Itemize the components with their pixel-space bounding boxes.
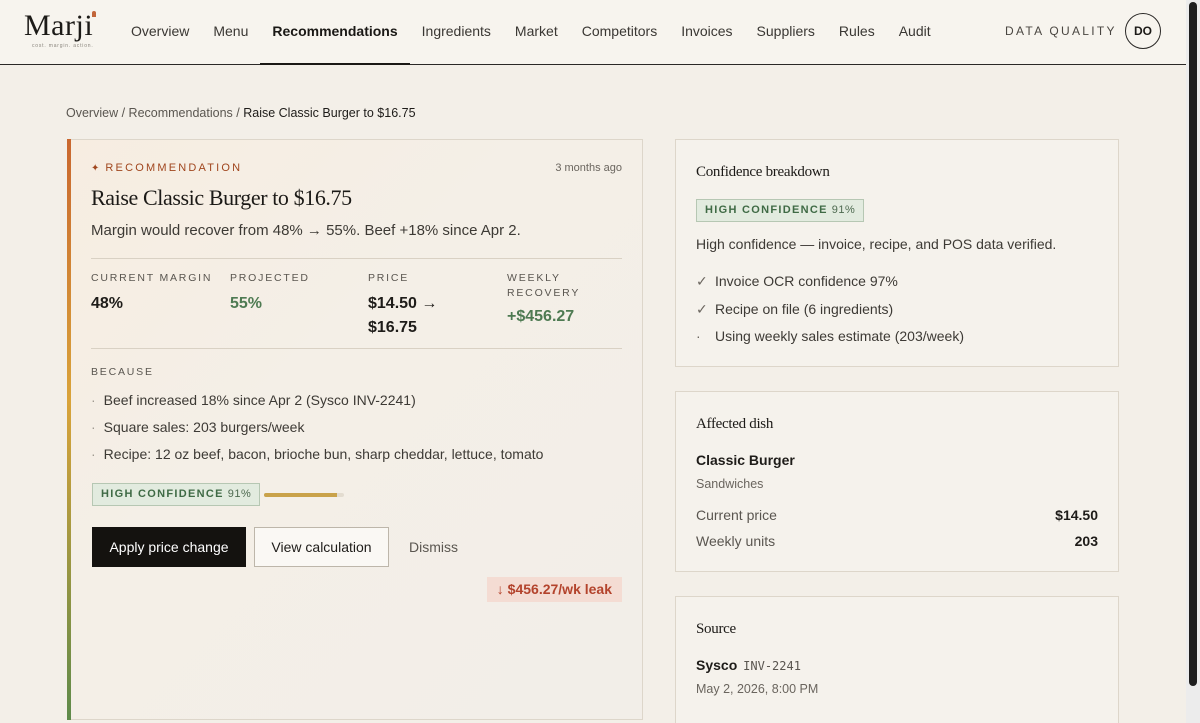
brand-tagline: cost. margin. action. xyxy=(32,43,94,49)
list-item: ✓ Invoice OCR confidence 97% xyxy=(696,271,964,299)
row-value: $14.50 xyxy=(1055,507,1098,523)
confidence-label: HIGH CONFIDENCE xyxy=(705,204,828,216)
metric-label: WEEKLY RECOVERY xyxy=(507,272,581,299)
metric-value: $14.50 → $16.75 xyxy=(368,295,438,336)
card-title: Confidence breakdown xyxy=(696,164,830,180)
recommendation-age: 3 months ago xyxy=(555,162,622,174)
breadcrumb-recommendations[interactable]: Recommendations xyxy=(129,106,233,120)
invoice-link[interactable]: INV-2241 xyxy=(743,659,801,673)
nav-item-overview[interactable]: Overview xyxy=(119,0,201,65)
list-item: · Using weekly sales estimate (203/week) xyxy=(696,326,964,354)
current-price-row: Current price $14.50 xyxy=(696,507,1098,523)
dot-icon: · xyxy=(696,328,701,344)
page-scrollbar[interactable] xyxy=(1186,0,1200,723)
confidence-badge: HIGH CONFIDENCE 91% xyxy=(696,199,865,222)
breadcrumb-separator: / xyxy=(236,106,240,120)
card-title: Affected dish xyxy=(696,416,774,432)
confidence-checklist: ✓ Invoice OCR confidence 97% ✓ Recipe on f… xyxy=(696,271,964,354)
because-list: · Beef increased 18% since Apr 2 (Sysco I… xyxy=(91,390,543,471)
list-item: ✓ Recipe on file (6 ingredients) xyxy=(696,299,964,327)
user-avatar[interactable]: DO xyxy=(1125,13,1161,49)
metric-projected: PROJECTED 55% xyxy=(230,271,350,316)
confidence-bar xyxy=(264,493,344,497)
data-quality-link[interactable]: DATA QUALITY xyxy=(1005,24,1117,38)
source-line: Sysco INV-2241 xyxy=(696,657,801,673)
scrollbar-thumb[interactable] xyxy=(1189,2,1197,686)
confidence-summary: High confidence — invoice, recipe, and P… xyxy=(696,236,1057,252)
nav-item-ingredients[interactable]: Ingredients xyxy=(410,0,503,65)
row-label: Current price xyxy=(696,507,777,523)
divider xyxy=(91,348,622,349)
logo-accent-mark xyxy=(92,11,96,17)
breadcrumb-overview[interactable]: Overview xyxy=(66,106,118,120)
source-date: May 2, 2026, 8:00 PM xyxy=(696,682,819,696)
weekly-units-row: Weekly units 203 xyxy=(696,533,1098,549)
list-item: · Square sales: 203 burgers/week xyxy=(91,417,543,444)
breadcrumb: Overview / Recommendations / Raise Class… xyxy=(66,106,416,120)
confidence-pct: 91% xyxy=(227,488,252,500)
view-calculation-button[interactable]: View calculation xyxy=(254,527,389,567)
brand-logo[interactable]: Marji cost. margin. action. xyxy=(24,9,104,53)
recommendation-subtitle: Margin would recover from 48% → 55%. Bee… xyxy=(91,222,521,239)
list-item: · Beef increased 18% since Apr 2 (Sysco I… xyxy=(91,390,543,417)
sparkle-icon: ✦ xyxy=(91,163,100,174)
recommendation-title: Raise Classic Burger to $16.75 xyxy=(91,185,352,210)
metric-label: CURRENT MARGIN xyxy=(91,272,213,284)
breadcrumb-current: Raise Classic Burger to $16.75 xyxy=(243,106,416,120)
check-text: Recipe on file (6 ingredients) xyxy=(715,300,894,317)
confidence-label: HIGH CONFIDENCE xyxy=(101,488,224,500)
nav-item-rules[interactable]: Rules xyxy=(827,0,887,65)
metric-value: +$456.27 xyxy=(507,308,575,325)
check-text: Invoice OCR confidence 97% xyxy=(715,273,898,289)
nav-item-menu[interactable]: Menu xyxy=(201,0,260,65)
nav-item-market[interactable]: Market xyxy=(503,0,570,65)
nav-item-audit[interactable]: Audit xyxy=(887,0,943,65)
row-label: Weekly units xyxy=(696,533,776,549)
divider xyxy=(91,258,622,259)
list-item: · Recipe: 12 oz beef, bacon, brioche bun,… xyxy=(91,444,543,471)
nav-item-recommendations[interactable]: Recommendations xyxy=(260,0,410,65)
check-icon: ✓ xyxy=(696,300,708,317)
because-text: Beef increased 18% since Apr 2 (Sysco IN… xyxy=(103,392,416,408)
metric-weekly-recovery: WEEKLY RECOVERY +$456.27 xyxy=(507,271,607,329)
because-text: Recipe: 12 oz beef, bacon, brioche bun, … xyxy=(103,446,544,462)
metric-value: 55% xyxy=(230,295,263,312)
dish-category: Sandwiches xyxy=(696,477,764,491)
confidence-breakdown-card: Confidence breakdown HIGH CONFIDENCE 91% … xyxy=(675,139,1119,367)
nav-item-invoices[interactable]: Invoices xyxy=(669,0,744,65)
confidence-bar-fill xyxy=(264,493,337,497)
check-text: Using weekly sales estimate (203/week) xyxy=(715,328,964,344)
bullet-icon: · xyxy=(91,419,96,435)
because-text: Square sales: 203 burgers/week xyxy=(103,419,305,435)
apply-price-change-button[interactable]: Apply price change xyxy=(92,527,246,567)
dismiss-button[interactable]: Dismiss xyxy=(409,539,458,555)
top-nav-bar: Marji cost. margin. action. Overview Men… xyxy=(0,0,1186,65)
affected-dish-card: Affected dish Classic Burger Sandwiches … xyxy=(675,391,1119,572)
recommendation-kicker: ✦ RECOMMENDATION xyxy=(91,162,242,174)
card-accent-stripe xyxy=(67,139,71,720)
metric-label: PROJECTED xyxy=(230,272,310,284)
leak-badge: ↓ $456.27/wk leak xyxy=(486,577,622,602)
nav-item-competitors[interactable]: Competitors xyxy=(570,0,669,65)
bullet-icon: · xyxy=(91,446,96,462)
kicker-label: RECOMMENDATION xyxy=(105,162,243,174)
dish-name[interactable]: Classic Burger xyxy=(696,452,795,468)
because-label: BECAUSE xyxy=(91,366,154,378)
breadcrumb-separator: / xyxy=(121,106,126,120)
confidence-badge: HIGH CONFIDENCE 91% xyxy=(92,483,261,506)
metric-label: PRICE xyxy=(368,272,410,284)
confidence-pct: 91% xyxy=(831,204,856,216)
metric-price: PRICE $14.50 → $16.75 xyxy=(368,271,468,340)
card-title: Source xyxy=(696,621,736,637)
source-card: Source Sysco INV-2241 May 2, 2026, 8:00 … xyxy=(675,596,1119,723)
main-nav: Overview Menu Recommendations Ingredient… xyxy=(119,0,943,65)
recommendation-card: ✦ RECOMMENDATION 3 months ago Raise Class… xyxy=(67,139,643,720)
metric-value: 48% xyxy=(91,295,124,312)
nav-item-suppliers[interactable]: Suppliers xyxy=(745,0,827,65)
row-value: 203 xyxy=(1074,533,1098,549)
check-icon: ✓ xyxy=(696,273,708,289)
vendor-name: Sysco xyxy=(696,657,738,673)
bullet-icon: · xyxy=(91,392,96,408)
metric-current-margin: CURRENT MARGIN 48% xyxy=(91,271,221,316)
